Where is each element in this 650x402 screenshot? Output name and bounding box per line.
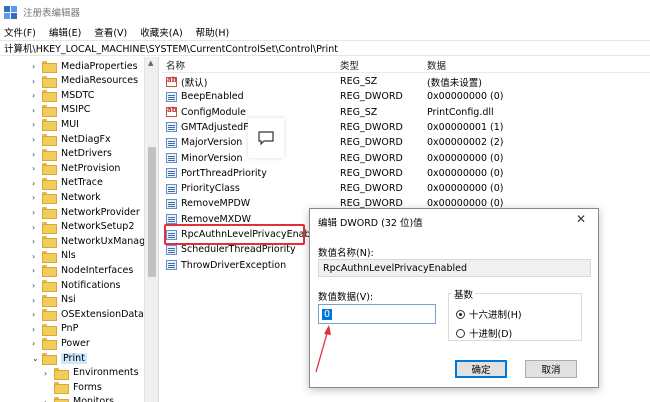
annotation-arrow <box>315 325 331 373</box>
registry-editor-window: 注册表编辑器 文件(F) 编辑(E) 查看(V) 收藏夹(A) 帮助(H) 计算… <box>0 0 650 402</box>
